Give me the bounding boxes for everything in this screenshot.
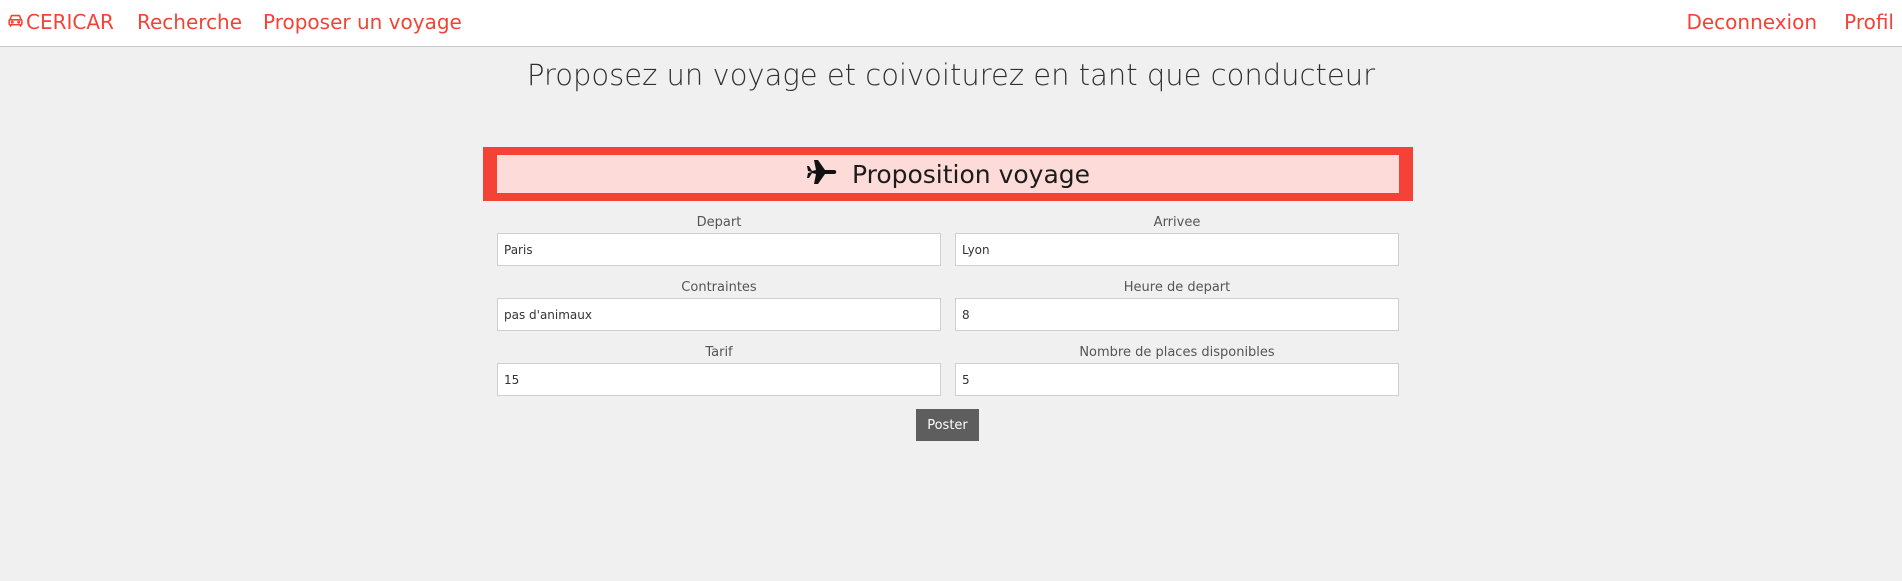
- nav-profil-link[interactable]: Profil: [1844, 10, 1894, 34]
- page-title: Proposez un voyage et coivoiturez en tan…: [527, 58, 1375, 92]
- places-input[interactable]: [955, 363, 1399, 396]
- heure-depart-label: Heure de depart: [1123, 280, 1231, 295]
- brand-name: CERICAR: [26, 10, 114, 34]
- poster-button[interactable]: Poster: [916, 409, 979, 441]
- places-label: Nombre de places disponibles: [1079, 345, 1275, 360]
- brand-link[interactable]: CERICAR: [7, 10, 114, 34]
- arrivee-label: Arrivee: [1153, 215, 1201, 230]
- tarif-label: Tarif: [705, 345, 733, 360]
- nav-deconnexion-link[interactable]: Deconnexion: [1686, 10, 1817, 34]
- depart-input[interactable]: [497, 233, 941, 266]
- contraintes-label: Contraintes: [681, 280, 757, 295]
- nav-recherche-link[interactable]: Recherche: [137, 10, 242, 34]
- nav-proposer-voyage-link[interactable]: Proposer un voyage: [263, 10, 462, 34]
- tarif-input[interactable]: [497, 363, 941, 396]
- plane-icon: [806, 158, 838, 190]
- depart-label: Depart: [696, 215, 742, 230]
- heure-depart-input[interactable]: [955, 298, 1399, 331]
- form-header-inner: Proposition voyage: [497, 155, 1399, 193]
- contraintes-input[interactable]: [497, 298, 941, 331]
- arrivee-input[interactable]: [955, 233, 1399, 266]
- top-navbar: CERICAR Recherche Proposer un voyage Dec…: [0, 0, 1902, 47]
- form-header: Proposition voyage: [483, 147, 1413, 201]
- car-icon: [7, 10, 24, 34]
- form-title: Proposition voyage: [851, 159, 1091, 189]
